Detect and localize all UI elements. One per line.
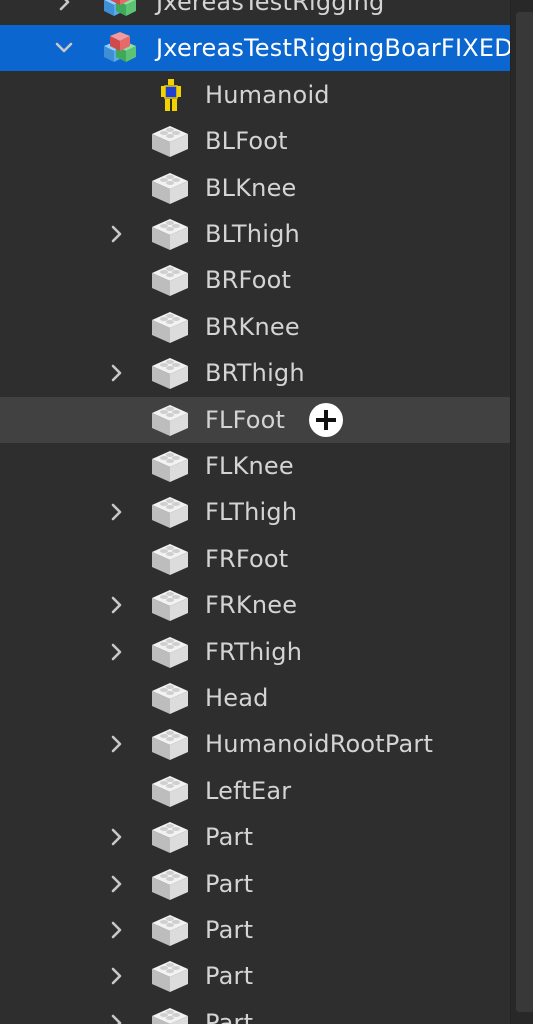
chevron-right-icon[interactable] [105, 1012, 127, 1024]
part-icon [150, 587, 190, 623]
part-icon [150, 448, 190, 484]
model-icon [100, 30, 140, 66]
scrollbar-thumb[interactable] [516, 12, 533, 1012]
tree-row[interactable]: BLKnee [0, 165, 510, 211]
scrollbar[interactable] [510, 0, 533, 1024]
tree-row[interactable]: Part [0, 814, 510, 860]
part-icon [150, 355, 190, 391]
tree-row[interactable]: BLThigh [0, 211, 510, 257]
part-icon [150, 634, 190, 670]
chevron-right-icon[interactable] [105, 919, 127, 941]
chevron-right-icon[interactable] [53, 0, 75, 13]
tree-row[interactable]: BRKnee [0, 304, 510, 350]
tree-row-label: HumanoidRootPart [205, 730, 434, 759]
part-icon [150, 866, 190, 902]
chevron-right-icon[interactable] [105, 873, 127, 895]
tree-row[interactable]: LeftEar [0, 768, 510, 814]
part-icon [150, 309, 190, 345]
tree-row[interactable]: FLFoot [0, 396, 510, 443]
chevron-right-icon[interactable] [105, 501, 127, 523]
tree-row-label: BRFoot [205, 266, 292, 295]
tree-row-label: Humanoid [205, 80, 330, 109]
tree-row-label: FLFoot [205, 405, 286, 434]
chevron-right-icon[interactable] [105, 733, 127, 755]
tree-row-label: Head [205, 684, 269, 712]
tree-row[interactable]: Humanoid [0, 72, 510, 118]
model-icon [100, 0, 140, 20]
part-icon [150, 912, 190, 948]
tree-row-label: FRThigh [205, 637, 303, 666]
tree-row[interactable]: FRKnee [0, 582, 510, 628]
part-icon [150, 773, 190, 809]
tree-row[interactable]: FRFoot [0, 536, 510, 582]
part-icon [150, 262, 190, 298]
part-icon [150, 680, 190, 716]
tree-row-label: Part [205, 823, 254, 852]
tree-row[interactable]: Head [0, 675, 510, 721]
humanoid-icon [150, 77, 190, 113]
tree-row[interactable]: Part [0, 1000, 510, 1024]
part-icon [150, 541, 190, 577]
tree-row[interactable]: HumanoidRootPart [0, 721, 510, 767]
part-icon [150, 216, 190, 252]
part-icon [150, 123, 190, 159]
part-icon [150, 1005, 190, 1024]
tree-row[interactable]: FLKnee [0, 443, 510, 489]
chevron-right-icon[interactable] [105, 965, 127, 987]
part-icon [150, 958, 190, 994]
tree-row[interactable]: Part [0, 953, 510, 999]
tree-row[interactable]: JxereasTestRigging [0, 0, 510, 25]
tree-row-label: BLFoot [205, 127, 288, 156]
tree-row[interactable]: BRFoot [0, 257, 510, 303]
tree-row-label: FLThigh [205, 498, 298, 527]
chevron-right-icon[interactable] [105, 362, 127, 384]
chevron-right-icon[interactable] [105, 223, 127, 245]
chevron-right-icon[interactable] [105, 641, 127, 663]
chevron-right-icon[interactable] [105, 826, 127, 848]
tree-row[interactable]: JxereasTestRiggingBoarFIXED [0, 25, 510, 72]
tree-row-label: Part [205, 869, 254, 898]
insert-object-button[interactable] [307, 401, 345, 439]
tree-row-label: BLKnee [205, 173, 297, 202]
tree-row-label: BRKnee [205, 312, 300, 341]
tree-row-label: Part [205, 962, 254, 991]
explorer-tree: JxereasTestRigging JxereasTestRiggingBoar… [0, 0, 510, 1024]
tree-row[interactable]: FLThigh [0, 489, 510, 535]
tree-row-label: FRKnee [205, 591, 298, 620]
tree-row-label: FRFoot [205, 544, 289, 573]
part-icon [150, 726, 190, 762]
tree-row-label: BRThigh [205, 359, 305, 388]
tree-row-label: FLKnee [205, 452, 294, 480]
tree-row-label: LeftEar [205, 776, 292, 805]
part-icon [150, 494, 190, 530]
tree-row-label: JxereasTestRigging [156, 0, 385, 16]
part-icon [150, 819, 190, 855]
tree-row[interactable]: BRThigh [0, 350, 510, 396]
tree-row[interactable]: Part [0, 907, 510, 953]
part-icon [150, 402, 190, 438]
tree-row-label: JxereasTestRiggingBoarFIXED [156, 34, 510, 63]
chevron-right-icon[interactable] [105, 594, 127, 616]
tree-row-label: Part [205, 916, 254, 944]
tree-row-label: BLThigh [205, 220, 300, 248]
tree-row-label: Part [205, 1008, 254, 1024]
part-icon [150, 170, 190, 206]
tree-row[interactable]: FRThigh [0, 629, 510, 675]
tree-row[interactable]: BLFoot [0, 118, 510, 164]
tree-row[interactable]: Part [0, 861, 510, 907]
chevron-down-icon[interactable] [53, 37, 75, 59]
